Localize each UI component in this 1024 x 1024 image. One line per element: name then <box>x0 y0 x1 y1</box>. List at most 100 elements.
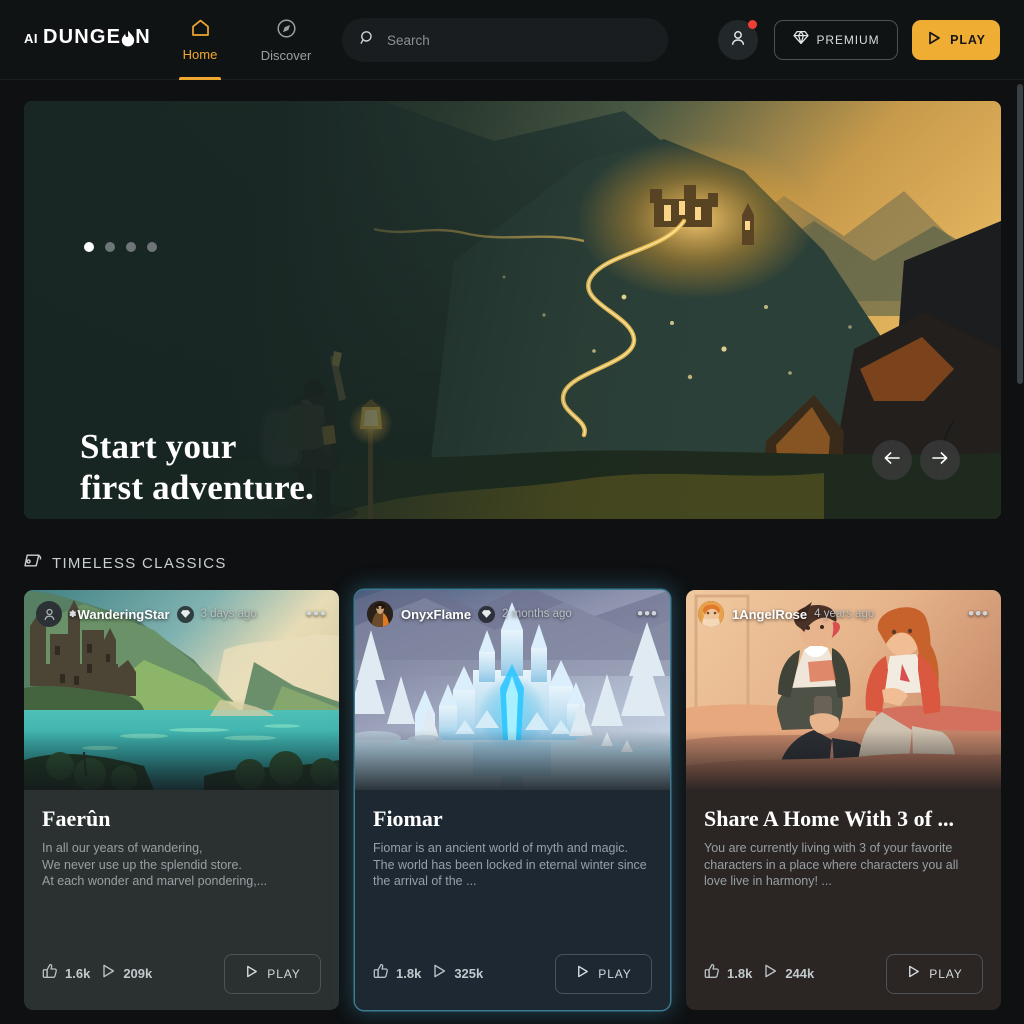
plays-stat: 209k <box>100 963 152 984</box>
author-prefix-glyph: ✽ <box>69 608 77 619</box>
compass-icon <box>276 18 297 44</box>
avatar[interactable] <box>367 601 393 627</box>
notification-badge <box>748 20 757 29</box>
gem-icon <box>792 30 809 50</box>
avatar[interactable] <box>698 601 724 627</box>
flame-icon <box>121 29 135 47</box>
play-icon <box>926 30 942 51</box>
story-card-header: 1AngelRose 4 years ago ••• <box>686 590 1001 638</box>
logo-word-end: N <box>135 26 151 48</box>
hero-heading-line1: Start your <box>80 427 237 466</box>
card-play-button[interactable]: PLAY <box>555 953 652 994</box>
story-description: In all our years of wandering, We never … <box>42 841 268 888</box>
plays-count: 244k <box>785 966 815 981</box>
premium-label: PREMIUM <box>816 33 880 47</box>
story-card[interactable]: OnyxFlame 2 months ago ••• Fiomar Fiomar… <box>355 590 670 1010</box>
card-play-label: PLAY <box>267 966 301 981</box>
card-play-label: PLAY <box>598 966 632 981</box>
search-icon <box>360 30 375 50</box>
logo-ai-text: AI <box>24 31 38 46</box>
play-count-icon <box>100 963 116 984</box>
carousel-dots <box>84 242 157 252</box>
story-card-footer: 1.8k 325k PLAY <box>355 937 670 1010</box>
ai-dungeon-app: AI DUNGE N Home Discover Search PREMIUM … <box>0 0 1024 1024</box>
story-description: Fiomar is an ancient world of myth and m… <box>373 841 647 888</box>
more-options-icon[interactable]: ••• <box>968 605 989 622</box>
nav-label-home: Home <box>182 47 218 62</box>
timestamp: 3 days ago <box>200 608 257 620</box>
story-card-body: Faerûn In all our years of wandering, We… <box>24 790 339 890</box>
author-text: OnyxFlame <box>401 606 472 622</box>
card-play-button[interactable]: PLAY <box>224 953 321 994</box>
home-icon <box>190 18 211 43</box>
hero-carousel[interactable]: Start your first adventure. You're secon… <box>24 101 1001 519</box>
nav-item-discover[interactable]: Discover <box>246 0 326 80</box>
logo-word-start: DUNGE <box>43 26 122 48</box>
play-icon <box>575 964 590 984</box>
user-icon <box>729 29 747 52</box>
play-button[interactable]: PLAY <box>912 20 1000 60</box>
arrow-right-icon <box>931 450 949 471</box>
page-scrollbar[interactable] <box>1017 84 1023 384</box>
likes-stat: 1.6k <box>42 963 90 984</box>
story-card-list: ✽ WanderingStar 3 days ago ••• Faerûn In … <box>24 590 1001 1010</box>
thumbs-up-icon[interactable] <box>704 963 720 984</box>
card-play-button[interactable]: PLAY <box>886 953 983 994</box>
nav-active-indicator <box>179 77 221 80</box>
top-navigation-bar: AI DUNGE N Home Discover Search PREMIUM … <box>0 0 1024 80</box>
story-card[interactable]: 1AngelRose 4 years ago ••• Share A Home … <box>686 590 1001 1010</box>
author-name[interactable]: OnyxFlame <box>400 607 471 622</box>
more-options-icon[interactable]: ••• <box>637 605 658 622</box>
plays-stat: 325k <box>431 963 483 984</box>
carousel-dot-3[interactable] <box>126 242 136 252</box>
story-card-body: Fiomar Fiomar is an ancient world of myt… <box>355 790 670 890</box>
search-input[interactable]: Search <box>342 18 668 62</box>
more-options-icon[interactable]: ••• <box>306 605 327 622</box>
hero-heading-line2: first adventure. <box>80 468 314 507</box>
thumbs-up-icon[interactable] <box>373 963 389 984</box>
carousel-dot-1[interactable] <box>84 242 94 252</box>
play-count-icon <box>431 963 447 984</box>
section-header: TIMELESS CLASSICS <box>24 552 227 574</box>
play-icon <box>244 964 259 984</box>
carousel-dot-2[interactable] <box>105 242 115 252</box>
likes-count: 1.6k <box>65 966 91 981</box>
hero-heading: Start your first adventure. <box>80 426 387 508</box>
likes-stat: 1.8k <box>373 963 421 984</box>
story-title: Faerûn <box>42 806 111 831</box>
author-name[interactable]: 1AngelRose <box>731 607 807 622</box>
story-card-body: Share A Home With 3 of ... You are curre… <box>686 790 1001 890</box>
play-label: PLAY <box>950 33 986 47</box>
nav-item-home[interactable]: Home <box>160 0 240 80</box>
carousel-next-button[interactable] <box>920 440 960 480</box>
premium-button[interactable]: PREMIUM <box>774 20 898 60</box>
avatar[interactable] <box>36 601 62 627</box>
carousel-prev-button[interactable] <box>872 440 912 480</box>
thumbnail-gradient <box>24 730 339 790</box>
story-card-header: ✽ WanderingStar 3 days ago ••• <box>24 590 339 638</box>
nav-label-discover: Discover <box>260 47 312 63</box>
scroll-icon <box>24 552 42 574</box>
card-play-label: PLAY <box>929 966 963 981</box>
story-description: You are currently living with 3 of your … <box>704 841 959 888</box>
thumbs-up-icon[interactable] <box>42 963 58 984</box>
main-nav: Home Discover <box>160 0 326 80</box>
carousel-dot-4[interactable] <box>147 242 157 252</box>
timestamp: 2 months ago <box>502 608 572 620</box>
story-title: Share A Home With 3 of ... <box>704 806 954 831</box>
likes-count: 1.8k <box>396 966 422 981</box>
likes-stat: 1.8k <box>704 963 752 984</box>
plays-count: 209k <box>123 966 153 981</box>
account-button[interactable] <box>718 20 758 60</box>
story-card-header: OnyxFlame 2 months ago ••• <box>355 590 670 638</box>
arrow-left-icon <box>883 450 901 471</box>
premium-gem-icon <box>176 605 194 623</box>
author-text: 1AngelRose <box>732 606 808 622</box>
section-title: TIMELESS CLASSICS <box>52 554 227 572</box>
author-text: WanderingStar <box>77 606 170 622</box>
author-name[interactable]: ✽ WanderingStar <box>69 607 170 622</box>
app-logo[interactable]: AI DUNGE N <box>24 26 151 49</box>
thumbnail-gradient <box>686 730 1001 790</box>
story-card[interactable]: ✽ WanderingStar 3 days ago ••• Faerûn In … <box>24 590 339 1010</box>
story-title: Fiomar <box>373 806 443 831</box>
